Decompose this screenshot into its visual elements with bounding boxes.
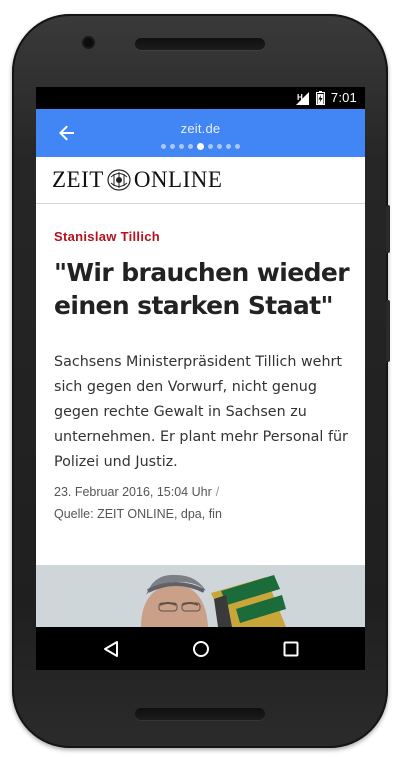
- status-bar: H 7:01: [36, 87, 365, 109]
- page-dot: [217, 144, 222, 149]
- page-dot: [161, 144, 166, 149]
- clock: 7:01: [330, 90, 357, 105]
- page-dot: [235, 144, 240, 149]
- page-dot: [226, 144, 231, 149]
- front-camera: [84, 38, 93, 47]
- bottom-speaker: [135, 708, 265, 720]
- zeit-online-logo[interactable]: ZEIT ONLINE: [52, 167, 222, 193]
- page-dot: [208, 144, 213, 149]
- article-photo[interactable]: [36, 565, 365, 627]
- battery-icon: [315, 90, 325, 105]
- page-dot-active: [197, 143, 204, 150]
- home-circle-icon[interactable]: [190, 638, 212, 660]
- article-teaser: Sachsens Ministerpräsident Tillich wehrt…: [54, 354, 348, 470]
- screen: H 7:01 zeit.de ZEIT ONLINE Stanislaw Til…: [36, 87, 365, 670]
- page-url[interactable]: zeit.de: [36, 121, 365, 136]
- article-meta: 23. Februar 2016, 15:04 Uhr / Quelle: ZEI…: [54, 481, 354, 525]
- back-triangle-icon[interactable]: [100, 638, 122, 660]
- signal-icon: H: [295, 91, 310, 105]
- signal-badge: H: [297, 93, 303, 102]
- article-date: 23. Februar 2016, 15:04 Uhr: [54, 485, 212, 499]
- masthead: ZEIT ONLINE: [36, 157, 365, 204]
- page-indicator: [36, 143, 365, 150]
- article-date-row: 23. Februar 2016, 15:04 Uhr /: [54, 481, 354, 503]
- page-dot: [170, 144, 175, 149]
- logo-left-word: ZEIT: [52, 167, 104, 192]
- custom-tab-toolbar: zeit.de: [36, 109, 365, 157]
- status-icons: H 7:01: [295, 90, 357, 105]
- article-kicker[interactable]: Stanislaw Tillich: [54, 229, 160, 244]
- crest-icon: [107, 169, 131, 191]
- page-dot: [179, 144, 184, 149]
- article-headline[interactable]: "Wir brauchen wieder einen starken Staat…: [54, 256, 354, 322]
- system-nav-bar: [36, 627, 365, 670]
- article-source: Quelle: ZEIT ONLINE, dpa, fin: [54, 507, 222, 521]
- meta-separator: /: [215, 485, 220, 499]
- recents-square-icon[interactable]: [280, 638, 302, 660]
- top-speaker: [135, 38, 265, 50]
- power-button: [386, 300, 390, 362]
- logo-right-word: ONLINE: [133, 167, 223, 192]
- volume-button: [386, 205, 390, 253]
- page-dot: [188, 144, 193, 149]
